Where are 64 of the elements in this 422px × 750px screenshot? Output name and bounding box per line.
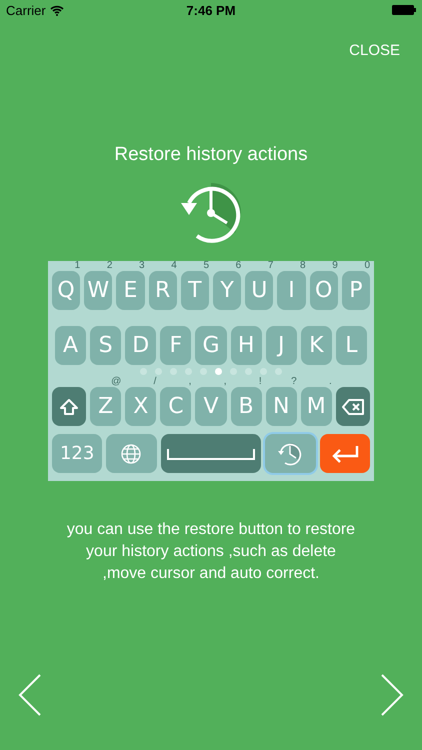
keyboard-key[interactable]: L bbox=[336, 326, 367, 365]
keyboard-key[interactable]: Y bbox=[213, 271, 242, 310]
keyboard-key[interactable]: Z bbox=[90, 387, 122, 426]
return-key[interactable] bbox=[320, 434, 370, 473]
keyboard-key[interactable]: T bbox=[180, 271, 209, 310]
key-hint: 2 bbox=[106, 261, 112, 271]
globe-icon bbox=[120, 442, 142, 464]
return-arrow-icon bbox=[330, 444, 360, 464]
keyboard-key[interactable]: 123 bbox=[52, 434, 102, 473]
key-hint: 4 bbox=[171, 261, 177, 271]
keyboard-key[interactable]: W bbox=[84, 271, 112, 310]
keyboard-key[interactable]: Q bbox=[52, 271, 80, 310]
keyboard-key[interactable]: V bbox=[195, 387, 227, 426]
keyboard-key[interactable]: H bbox=[230, 326, 262, 365]
backspace-icon bbox=[340, 398, 365, 416]
key-hint: 8 bbox=[300, 261, 306, 271]
keyboard-key[interactable]: U bbox=[245, 271, 274, 310]
keyboard-key[interactable]: E bbox=[116, 271, 145, 310]
previous-button[interactable] bbox=[18, 673, 42, 717]
keyboard-key[interactable]: R bbox=[148, 271, 177, 310]
keyboard-key[interactable]: S bbox=[90, 326, 122, 365]
next-button[interactable] bbox=[380, 673, 404, 717]
key-hint: 0 bbox=[364, 261, 370, 271]
keyboard-key[interactable]: B bbox=[230, 387, 262, 426]
keyboard-key[interactable]: X bbox=[125, 387, 156, 426]
space-key[interactable] bbox=[160, 434, 262, 473]
keyboard-key[interactable]: M bbox=[300, 387, 332, 426]
close-button[interactable]: CLOSE bbox=[349, 36, 400, 64]
page-title: Restore history actions bbox=[113, 144, 309, 167]
backspace-key[interactable] bbox=[336, 387, 370, 426]
description-text: you can use the restore button to restore your history actions ,such as delete ,move cursor and auto correct. bbox=[66, 520, 356, 584]
key-hint: , bbox=[188, 377, 192, 387]
keyboard-key[interactable]: I bbox=[277, 271, 306, 310]
key-hint: 3 bbox=[139, 261, 145, 271]
keyboard-key[interactable]: K bbox=[300, 326, 332, 365]
globe-key[interactable] bbox=[106, 434, 157, 473]
key-hint: ! bbox=[258, 377, 262, 387]
key-hint: 7 bbox=[268, 261, 274, 271]
restore-key[interactable] bbox=[265, 434, 316, 473]
key-hint: @ bbox=[111, 377, 122, 387]
shift-icon bbox=[59, 398, 80, 416]
space-bar-icon bbox=[166, 446, 256, 460]
keyboard-key[interactable]: G bbox=[195, 326, 227, 365]
key-hint: , bbox=[224, 377, 227, 387]
key-hint: 9 bbox=[332, 261, 338, 271]
key-hint: 6 bbox=[236, 261, 242, 271]
key-hint: 5 bbox=[203, 261, 209, 271]
key-hint: 1 bbox=[74, 261, 80, 271]
keyboard-key[interactable]: N bbox=[266, 387, 297, 426]
key-hint: . bbox=[329, 377, 332, 387]
shift-key[interactable] bbox=[52, 387, 86, 426]
keyboard-key[interactable]: A bbox=[55, 326, 86, 365]
keyboard-key[interactable]: F bbox=[160, 326, 192, 365]
status-time: 7:46 PM bbox=[185, 2, 237, 18]
wifi-icon bbox=[50, 4, 64, 16]
key-hint: / bbox=[154, 377, 156, 387]
keyboard-key[interactable]: J bbox=[266, 326, 297, 365]
key-hint: ? bbox=[291, 377, 297, 387]
keyboard-key[interactable]: P bbox=[342, 271, 370, 310]
battery-icon bbox=[392, 5, 416, 15]
keyboard-key[interactable]: D bbox=[125, 326, 156, 365]
carrier-name: Carrier bbox=[6, 2, 46, 18]
keyboard-key[interactable]: O bbox=[310, 271, 338, 310]
keyboard-key[interactable]: C bbox=[160, 387, 192, 426]
